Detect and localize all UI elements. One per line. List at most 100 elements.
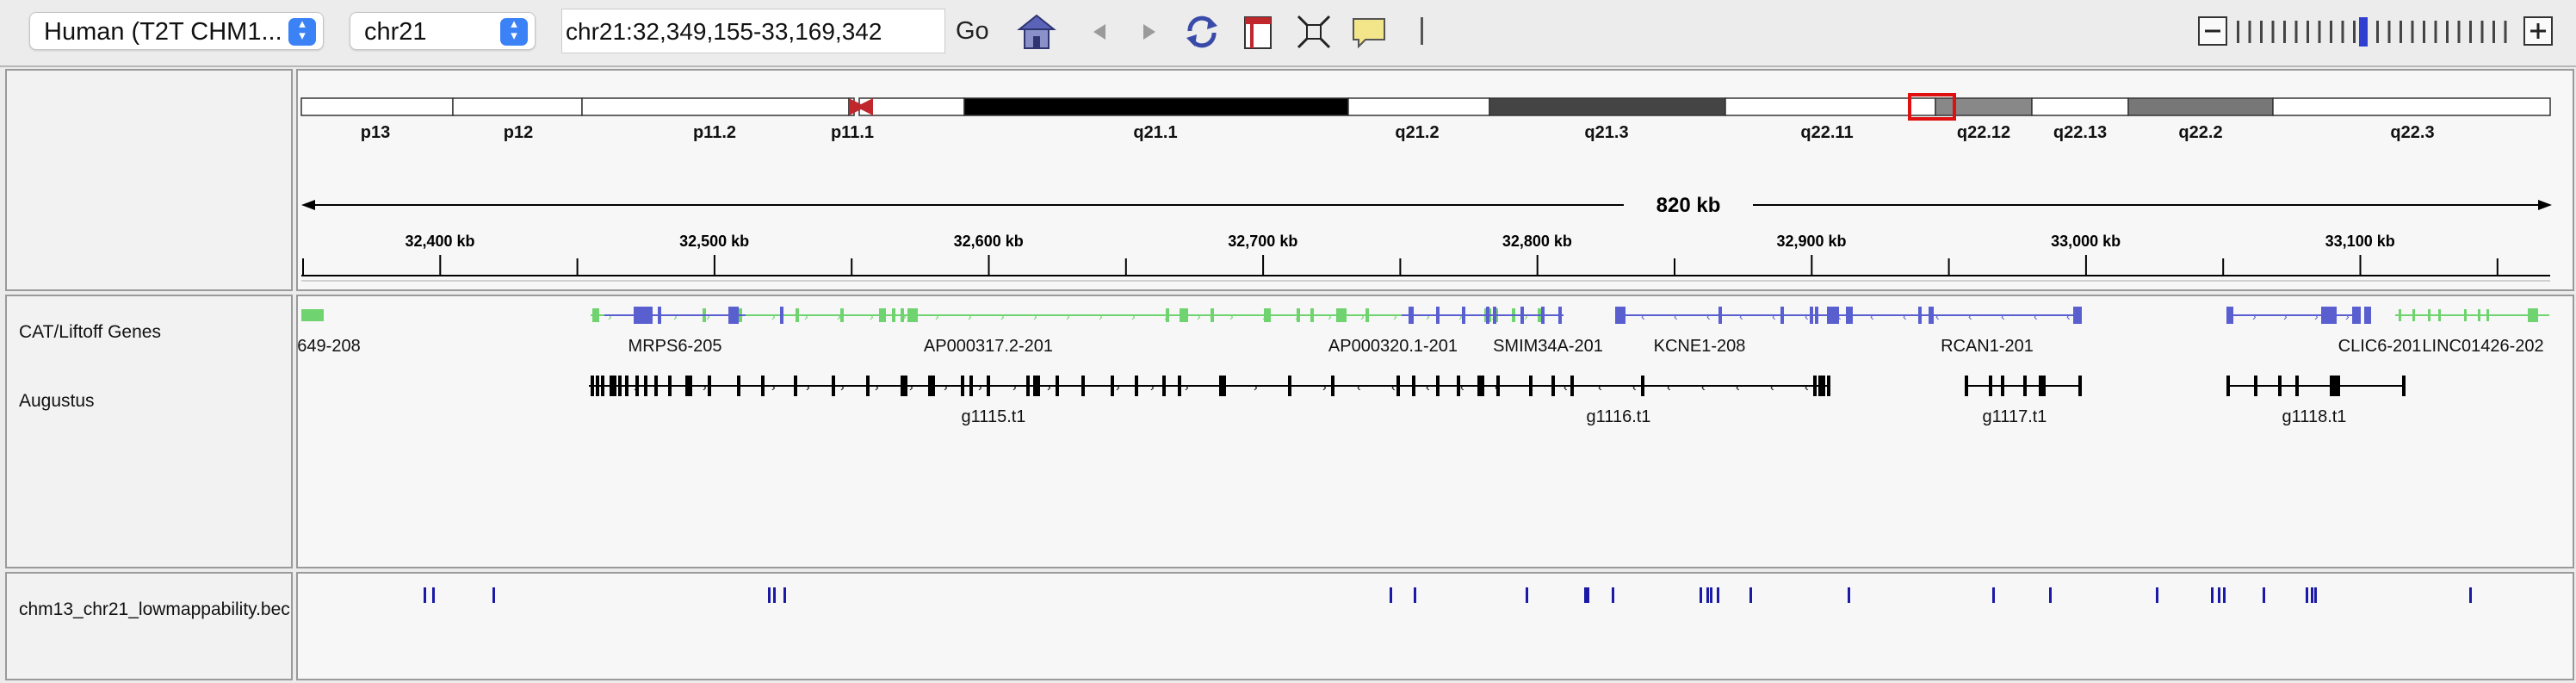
augustus-exon <box>961 376 964 396</box>
augustus-exon <box>618 376 622 396</box>
zoom-in-icon[interactable] <box>2523 16 2554 47</box>
zoom-tick <box>2237 21 2239 43</box>
lowmap-feature <box>2314 587 2317 603</box>
lowmap-feature <box>1586 587 1588 603</box>
lowmap-feature <box>1700 587 1702 603</box>
gene-exon <box>2352 307 2361 324</box>
gene-label: KCNE1-208 <box>1654 337 1746 356</box>
lowmap-feature <box>2469 587 2472 603</box>
track-label-lowmap[interactable]: chm13_chr21_lowmappability.bec <box>19 599 290 620</box>
go-button[interactable]: Go <box>956 17 989 46</box>
ruler-tick-label: 32,900 kb <box>1776 233 1846 250</box>
ruler-tick-label: 32,500 kb <box>679 233 749 250</box>
zoom-tick <box>2480 21 2484 43</box>
header-data-panel: p13 p12 p11.2 p11.1 q21.1 q21.2 q21.3 q22.11 q22… <box>296 69 2574 291</box>
chromosome-select[interactable]: chr21 ▴ ▾ <box>350 12 536 50</box>
gene-label: SMIM34A-201 <box>1493 337 1603 356</box>
toolbar: Human (T2T CHM1... ▴ ▾ chr21 ▴ ▾ chr21:32,… <box>0 0 2576 67</box>
ideogram-band <box>1489 97 1726 116</box>
augustus-exon <box>591 376 594 396</box>
ideogram-ruler[interactable]: p13 p12 p11.2 p11.1 q21.1 q21.2 q21.3 q22.11 q22… <box>298 71 2573 289</box>
augustus-exon <box>2039 376 2046 396</box>
strand-arrow: › <box>806 380 810 394</box>
gene-exon <box>1718 307 1722 324</box>
lowmap-feature <box>2049 587 2052 603</box>
augustus-exon <box>1496 376 1500 396</box>
strand-arrow: › <box>1066 309 1070 323</box>
gene-exon <box>2528 308 2538 322</box>
strand-arrow: › <box>968 309 972 323</box>
gene-exon <box>1264 308 1271 322</box>
genome-select-value: Human (T2T CHM1... <box>44 18 282 46</box>
track-label-augustus[interactable]: Augustus <box>19 391 95 412</box>
strand-arrow: ‹ <box>1772 309 1776 323</box>
back-arrow-icon[interactable] <box>1080 12 1121 52</box>
region-of-interest-icon[interactable] <box>1238 12 1279 52</box>
gene-exon <box>1615 307 1625 324</box>
zoom-tick <box>2434 21 2437 43</box>
zoom-slider[interactable] <box>2232 17 2516 47</box>
gene-exon <box>1436 307 1440 324</box>
gene-exon <box>1310 308 1314 322</box>
lowmap-feature <box>2218 587 2220 603</box>
ideogram-band <box>581 97 850 116</box>
ruler-tick-label: 32,600 kb <box>954 233 1024 250</box>
lowmap-feature <box>432 587 435 603</box>
gene-exon <box>2486 309 2489 321</box>
augustus-exon <box>1033 376 1040 396</box>
augustus-exon <box>1989 376 1992 396</box>
augustus-exon <box>610 376 616 396</box>
feature-tracks[interactable]: › › › › › › › › › › › › › › › › › › › › › › › › › › › › › ‹ ‹ ‹ ‹ ‹ ‹ ‹ ‹ ‹ ‹ ‹… <box>297 296 2573 567</box>
ideogram-band <box>2127 97 2274 116</box>
strand-arrow: › <box>1033 309 1037 323</box>
band-label: q21.1 <box>1133 123 1177 142</box>
strand-arrow: › <box>2283 309 2288 323</box>
strand-arrow: › <box>1322 380 1327 394</box>
augustus-exon <box>737 376 740 396</box>
strand-arrow: ‹ <box>1674 309 1678 323</box>
augustus-exon <box>1477 376 1484 396</box>
popup-info-icon[interactable] <box>1348 12 1390 52</box>
gene-label: AP000317.2-201 <box>924 337 1053 356</box>
gene-exon <box>1486 307 1489 324</box>
span-label: 820 kb <box>1656 194 1721 217</box>
forward-arrow-icon[interactable] <box>1128 12 1169 52</box>
gene-label: LINC01426-202 <box>2422 337 2543 356</box>
home-icon[interactable] <box>1016 12 1057 52</box>
zoom-out-icon[interactable] <box>2197 16 2228 47</box>
locus-input[interactable]: chr21:32,349,155-33,169,342 <box>561 9 945 53</box>
lowmap-feature <box>1992 587 1995 603</box>
lowmap-feature <box>1612 587 1614 603</box>
gene-exon <box>907 308 914 322</box>
track-label-genes[interactable]: CAT/Liftoff Genes <box>19 322 161 343</box>
gene-exon <box>1929 307 1934 324</box>
augustus-exon <box>1331 376 1334 396</box>
gene-exon <box>901 308 904 322</box>
lowmap-track[interactable] <box>298 574 2573 679</box>
gene-exon <box>2478 309 2480 321</box>
chevron-updown-icon: ▴ ▾ <box>500 17 528 46</box>
augustus-exon <box>1436 376 1440 396</box>
gene-exon <box>2464 309 2467 321</box>
augustus-exon <box>708 376 711 396</box>
band-label: p12 <box>504 123 533 142</box>
gene-exon <box>2428 309 2430 321</box>
gene-label: RCAN1-201 <box>1941 337 2034 356</box>
augustus-label: g1117.t1 <box>1983 407 2047 426</box>
gene-exon <box>780 307 783 324</box>
refresh-icon[interactable] <box>1181 12 1223 52</box>
genome-select[interactable]: Human (T2T CHM1... ▴ ▾ <box>29 12 324 50</box>
ideogram-band <box>858 97 965 116</box>
augustus-exon <box>932 376 935 396</box>
augustus-exon <box>1529 376 1533 396</box>
strand-arrow: ‹ <box>1357 380 1361 394</box>
augustus-exon <box>1570 376 1574 396</box>
zoom-tick <box>2341 21 2344 43</box>
augustus-exon <box>794 376 797 396</box>
resize-fit-icon[interactable] <box>1293 12 1334 52</box>
gene-exon <box>914 308 918 322</box>
track-data-panel: › › › › › › › › › › › › › › › › › › › › › › › › › › › › › ‹ ‹ ‹ ‹ ‹ ‹ ‹ ‹ ‹ ‹ ‹… <box>296 295 2574 568</box>
augustus-exon <box>1827 376 1830 396</box>
strand-arrow: ‹ <box>1598 380 1602 394</box>
zoom-tick <box>2318 21 2321 43</box>
